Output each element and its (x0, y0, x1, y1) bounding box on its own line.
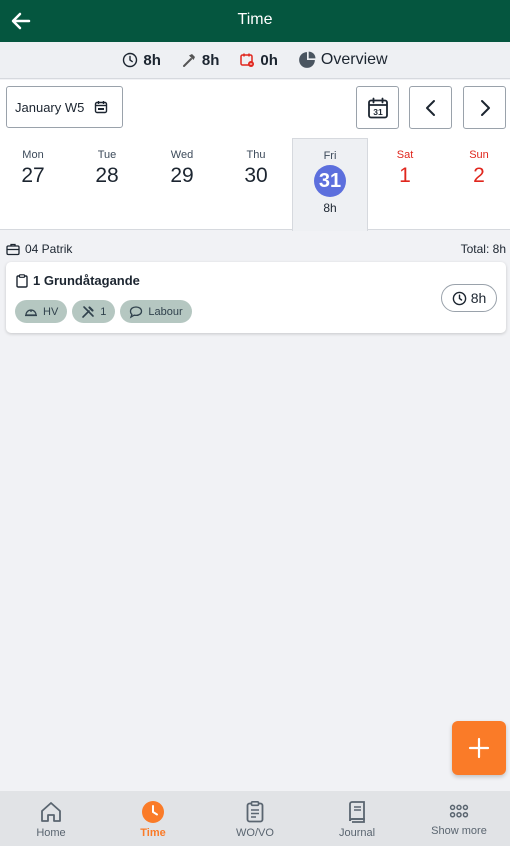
overview-label: Overview (320, 51, 388, 68)
hammer-icon (182, 54, 195, 67)
nav-time[interactable]: Time (102, 791, 204, 846)
chevron-left-icon (425, 99, 435, 116)
pie-chart-icon (299, 51, 316, 68)
day-sun[interactable]: Sun 2 (442, 136, 510, 230)
group-total: Total: 8h (460, 242, 506, 256)
work-hours-value: 8h (201, 51, 220, 69)
nav-journal[interactable]: Journal (306, 791, 408, 846)
day-wed[interactable]: Wed 29 (145, 136, 219, 230)
day-fri-selected[interactable]: Fri 31 8h (292, 138, 368, 231)
day-number: 28 (95, 164, 119, 187)
nav-label: Show more (431, 825, 487, 837)
calendar-today-icon: 31 (367, 97, 388, 118)
project-name: 04 Patrik (25, 242, 73, 256)
previous-week-button[interactable] (409, 86, 452, 129)
clock-icon (452, 291, 466, 305)
chevron-right-icon (480, 99, 490, 116)
day-hours: 8h (323, 201, 337, 215)
week-days-strip: Mon 27 Tue 28 Wed 29 Thu 30 Fri 31 8h Sa… (0, 136, 510, 231)
nav-home[interactable]: Home (0, 791, 102, 846)
entry-title-text: 1 Grundåtagande (33, 273, 140, 288)
day-name: Sun (469, 149, 489, 161)
tag-label: Labour (148, 305, 183, 318)
nav-label: Journal (338, 827, 376, 839)
day-number: 2 (473, 164, 485, 187)
day-number: 29 (170, 164, 194, 187)
calendar-absence-icon (240, 53, 255, 67)
day-name: Sat (396, 149, 414, 161)
tag-tools: 1 (72, 300, 116, 323)
clipboard-icon (16, 273, 28, 288)
clipboard-list-icon (246, 800, 264, 823)
book-icon (349, 801, 365, 823)
bottom-navigation: Home Time WO/VO Journal Show more (0, 791, 510, 846)
day-name: Tue (97, 149, 117, 161)
clock-filled-icon (142, 801, 164, 823)
tag-label: 1 (100, 305, 107, 318)
comment-icon (130, 305, 143, 318)
week-controls: January W5 31 (0, 80, 510, 136)
next-week-button[interactable] (463, 86, 506, 129)
nav-wo-vo[interactable]: WO/VO (204, 791, 306, 846)
day-name: Mon (22, 149, 44, 161)
total-hours-value: 8h (143, 51, 161, 69)
hard-hat-icon (25, 308, 37, 316)
tag-label: HV (43, 305, 59, 318)
calendar-icon (95, 101, 108, 114)
page-title: Time (237, 11, 273, 28)
grid-dots-icon (449, 804, 469, 818)
day-mon[interactable]: Mon 27 (0, 136, 70, 230)
home-icon (41, 802, 61, 822)
nav-label: WO/VO (236, 827, 274, 839)
week-selector-button[interactable]: January W5 (6, 86, 123, 128)
day-number: 1 (399, 164, 411, 187)
week-label: January W5 (15, 99, 85, 115)
app-header: Time (0, 0, 510, 42)
day-number: 30 (244, 164, 268, 187)
day-tue[interactable]: Tue 28 (70, 136, 144, 230)
entry-hours-value: 8h (470, 290, 487, 306)
overview-button[interactable]: Overview (298, 51, 388, 69)
work-hours: 8h (181, 51, 220, 69)
calendar-today-day: 31 (373, 107, 383, 117)
clock-icon (123, 52, 138, 68)
day-number: 27 (21, 164, 45, 187)
selected-day-number: 31 (314, 165, 346, 197)
day-sat[interactable]: Sat 1 (368, 136, 442, 230)
time-entry-card[interactable]: 1 Grundåtagande HV 1 Labour 8h (6, 262, 506, 333)
day-name: Wed (170, 149, 194, 161)
add-time-entry-button[interactable] (452, 721, 506, 775)
entry-tags: HV 1 Labour (15, 300, 192, 323)
nav-show-more[interactable]: Show more (408, 791, 510, 846)
absence-hours: 0h (239, 52, 278, 69)
day-thu[interactable]: Thu 30 (219, 136, 293, 230)
nav-label: Home (36, 827, 66, 839)
absence-hours-value: 0h (260, 51, 278, 69)
entry-hours-badge: 8h (441, 284, 497, 312)
tag-labour: Labour (120, 300, 192, 323)
plus-icon (468, 737, 490, 759)
total-hours: 8h (122, 52, 161, 69)
project-group-header: 04 Patrik Total: 8h (6, 240, 506, 258)
today-button[interactable]: 31 (356, 86, 399, 129)
entry-title: 1 Grundåtagande (16, 273, 140, 288)
nav-label: Time (140, 827, 166, 839)
tag-hv: HV (15, 300, 68, 323)
hours-summary-bar: 8h 8h 0h Overview (0, 42, 510, 79)
day-name: Fri (323, 150, 337, 162)
day-name: Thu (246, 149, 266, 161)
tools-icon (82, 305, 95, 318)
briefcase-icon (6, 243, 20, 256)
